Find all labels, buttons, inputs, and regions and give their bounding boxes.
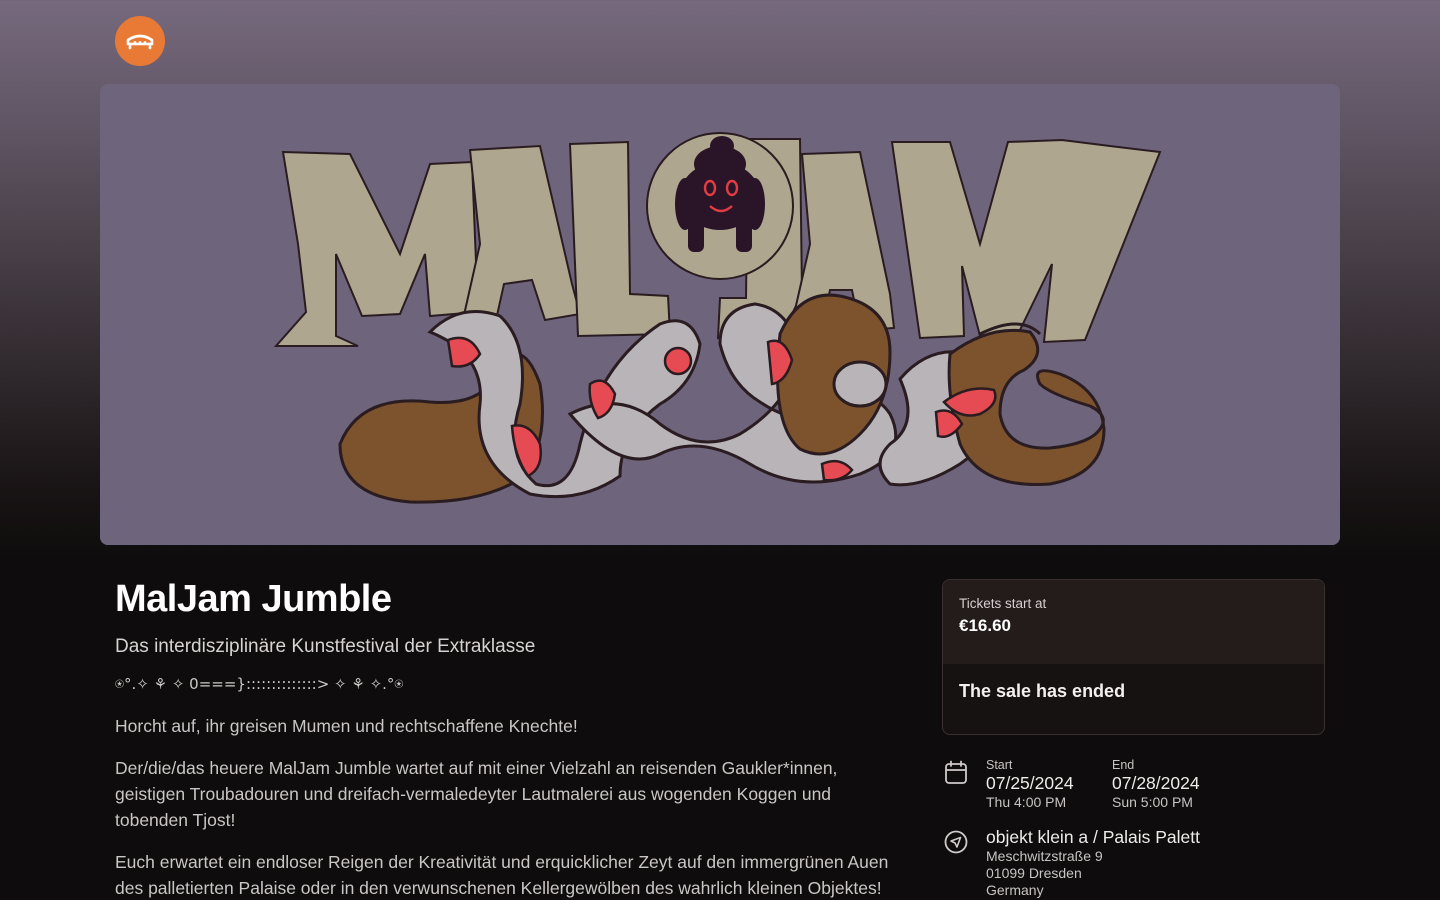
venue-text: objekt klein a / Palais Palett Meschwitz… bbox=[986, 826, 1200, 899]
logo-button[interactable] bbox=[115, 16, 165, 66]
calendar-icon bbox=[945, 760, 967, 784]
venue-street: Meschwitzstraße 9 bbox=[986, 848, 1103, 864]
event-venue: objekt klein a / Palais Palett Meschwitz… bbox=[942, 826, 1325, 900]
start-date: Start 07/25/2024 Thu 4:00 PM bbox=[986, 757, 1074, 811]
venue-country: Germany bbox=[986, 882, 1044, 898]
ticket-shop-icon bbox=[126, 34, 154, 50]
end-label: End bbox=[1112, 758, 1135, 772]
end-date-value: 07/28/2024 bbox=[1112, 773, 1200, 793]
navigation-arrow-icon bbox=[944, 830, 968, 854]
end-time-value: Sun 5:00 PM bbox=[1112, 794, 1193, 810]
description-paragraph: Der/die/das heuere MalJam Jumble wartet … bbox=[115, 758, 838, 830]
start-label: Start bbox=[986, 758, 1013, 772]
end-date: End 07/28/2024 Sun 5:00 PM bbox=[1112, 757, 1200, 811]
sale-status: The sale has ended bbox=[959, 681, 1126, 701]
description-paragraph: Horcht auf, ihr greisen Mumen und rechts… bbox=[115, 716, 578, 736]
event-subtitle: Das interdisziplinäre Kunstfestival der … bbox=[115, 636, 536, 657]
ticket-card: Tickets start at €16.60 The sale has end… bbox=[942, 579, 1325, 735]
event-dates: Start 07/25/2024 Thu 4:00 PM End 07/28/2… bbox=[942, 757, 1325, 813]
venue-city: 01099 Dresden bbox=[986, 865, 1082, 881]
ticket-status-section: The sale has ended bbox=[943, 664, 1324, 719]
event-title: MalJam Jumble bbox=[115, 578, 392, 620]
ticket-price-section: Tickets start at €16.60 bbox=[943, 580, 1324, 664]
start-date-value: 07/25/2024 bbox=[986, 773, 1074, 793]
venue-name[interactable]: objekt klein a / Palais Palett bbox=[986, 826, 1200, 848]
description-paragraph: Euch erwartet ein endloser Reigen der Kr… bbox=[115, 852, 889, 898]
start-time-value: Thu 4:00 PM bbox=[986, 794, 1067, 810]
decorative-line: ⍟°.✧ ⚘ ✧ 0===}::::::::::::::> ✧ ⚘ ✧.°⍟ bbox=[115, 675, 404, 693]
event-banner-image bbox=[100, 84, 1340, 545]
event-details: MalJam Jumble Das interdisziplinäre Kuns… bbox=[115, 578, 905, 900]
ticket-price-label: Tickets start at bbox=[959, 596, 1047, 611]
ticket-price: €16.60 bbox=[959, 616, 1011, 635]
